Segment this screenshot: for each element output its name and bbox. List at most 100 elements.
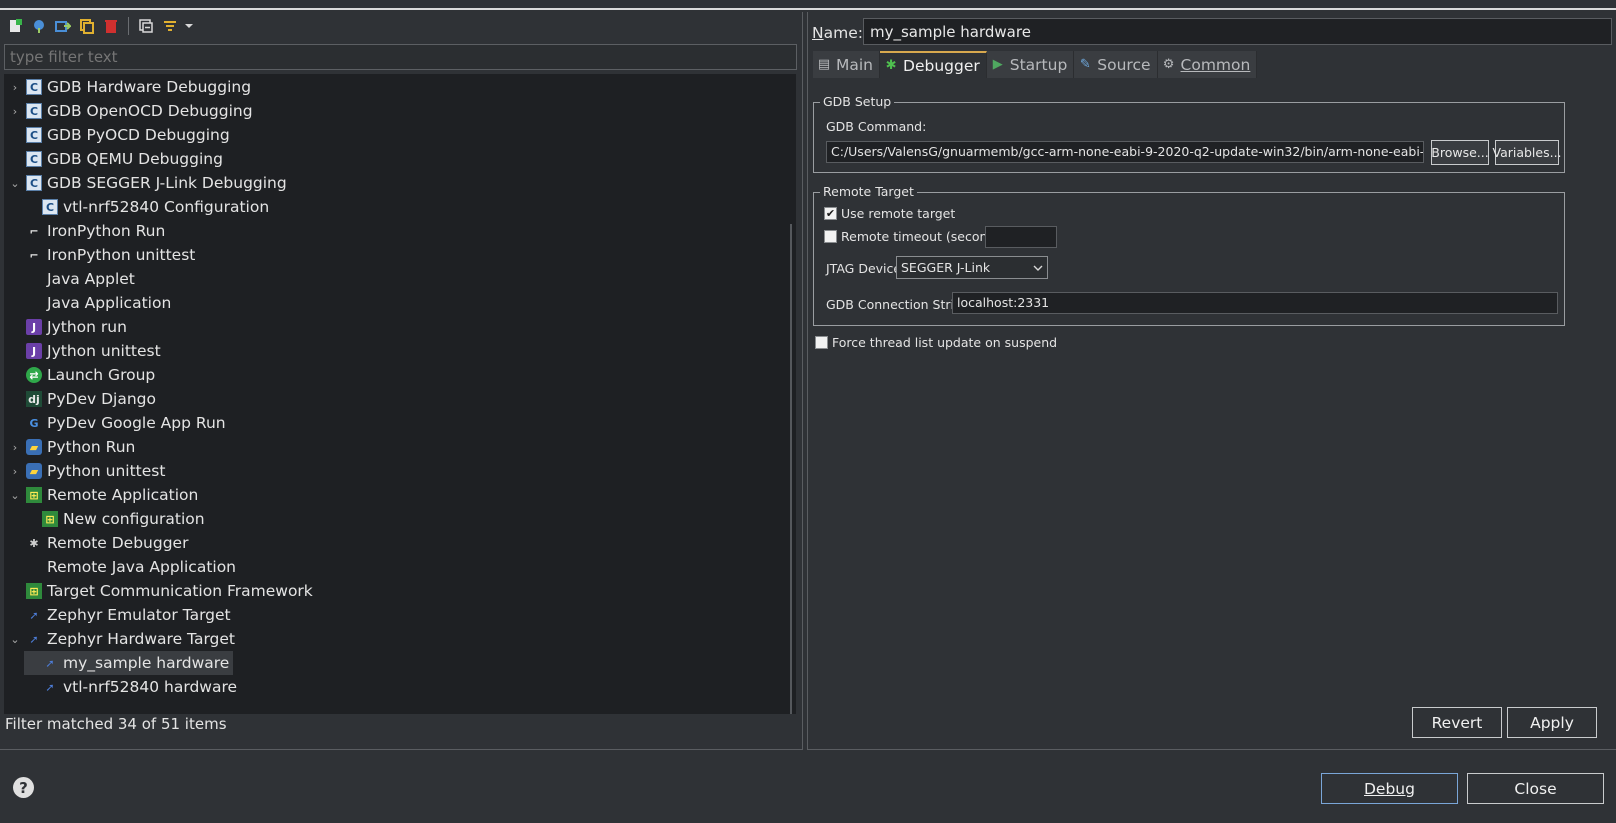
tab-label: Common bbox=[1180, 55, 1251, 74]
tree-item[interactable]: dj PyDev Django bbox=[8, 387, 156, 411]
tree-item[interactable]: ✱ Remote Debugger bbox=[8, 531, 188, 555]
chevron-down-icon[interactable] bbox=[183, 15, 195, 37]
g-launch-type-icon: G bbox=[29, 416, 39, 430]
tree-item[interactable]: Java Applet bbox=[8, 267, 135, 291]
tree-item[interactable]: ⌄ ⊞ Remote Application bbox=[8, 483, 198, 507]
tab-main[interactable]: ▤ Main bbox=[813, 51, 881, 78]
tree-scrollbar[interactable] bbox=[790, 224, 792, 714]
remote-target-legend: Remote Target bbox=[820, 184, 917, 199]
chevron-down-icon bbox=[1033, 265, 1043, 271]
chevron-down-icon[interactable]: ⌄ bbox=[8, 633, 22, 646]
chevron-right-icon[interactable]: › bbox=[8, 81, 22, 94]
tree-item[interactable]: › ▰ Python unittest bbox=[8, 459, 166, 483]
jtag-device-select[interactable]: SEGGER J-Link bbox=[896, 256, 1048, 279]
tree-item[interactable]: ➚ my_sample hardware bbox=[24, 651, 234, 675]
configuration-toolbar bbox=[0, 12, 800, 40]
tree-item[interactable]: J Jython unittest bbox=[8, 339, 161, 363]
chevron-down-icon[interactable]: ⌄ bbox=[8, 489, 22, 502]
variables-button[interactable]: Variables... bbox=[1492, 140, 1562, 165]
jtag-device-value: SEGGER J-Link bbox=[901, 260, 991, 275]
tree-item-label: Remote Java Application bbox=[47, 558, 237, 576]
collapse-all-icon[interactable] bbox=[135, 15, 157, 37]
close-button[interactable]: Close bbox=[1467, 773, 1604, 804]
browse-button[interactable]: Browse... bbox=[1431, 140, 1489, 165]
remote-timeout-input[interactable] bbox=[985, 226, 1057, 248]
tree-item[interactable]: ➚ Zephyr Emulator Target bbox=[8, 603, 230, 627]
new-configuration-icon[interactable] bbox=[4, 15, 26, 37]
tree-item-label: Jython run bbox=[47, 318, 127, 336]
tree-item[interactable]: C GDB QEMU Debugging bbox=[8, 147, 223, 171]
tree-item[interactable]: Remote Java Application bbox=[8, 555, 236, 579]
tree-item[interactable]: Cvtl-nrf52840 Configuration bbox=[24, 195, 269, 219]
tree-item-label: Launch Group bbox=[47, 366, 156, 384]
filter-icon[interactable] bbox=[159, 15, 181, 37]
tree-item[interactable]: › ▰ Python Run bbox=[8, 435, 136, 459]
window-top-border bbox=[0, 0, 1616, 10]
tree-item[interactable]: ⌐ IronPython unittest bbox=[8, 243, 195, 267]
export-icon[interactable] bbox=[52, 15, 74, 37]
tree-item[interactable]: ⌄ ➚ Zephyr Hardware Target bbox=[8, 627, 235, 651]
tree-item[interactable]: ⇄ Launch Group bbox=[8, 363, 155, 387]
tree-item-label: Jython unittest bbox=[47, 342, 161, 360]
tree-item[interactable]: ⌄ C GDB SEGGER J-Link Debugging bbox=[8, 171, 287, 195]
blank-icon bbox=[26, 271, 42, 287]
tree-item-label: IronPython unittest bbox=[47, 246, 196, 264]
c-launch-type-icon: C bbox=[26, 79, 42, 95]
tree-item-label: GDB SEGGER J-Link Debugging bbox=[47, 174, 287, 192]
remote-timeout-checkbox[interactable] bbox=[824, 230, 837, 243]
revert-button[interactable]: Revert bbox=[1412, 707, 1502, 738]
tab-source[interactable]: ✎ Source bbox=[1074, 51, 1158, 78]
debugger-tab-icon: ✱ bbox=[885, 58, 897, 73]
force-thread-update-checkbox[interactable] bbox=[815, 336, 828, 349]
duplicate-icon[interactable] bbox=[76, 15, 98, 37]
chevron-right-icon[interactable]: › bbox=[8, 105, 22, 118]
help-icon[interactable]: ? bbox=[13, 777, 34, 798]
tree-item-label: GDB QEMU Debugging bbox=[47, 150, 223, 168]
tree-item[interactable]: J Jython run bbox=[8, 315, 127, 339]
tree-item-label: Java Applet bbox=[47, 270, 135, 288]
chevron-down-icon[interactable]: ⌄ bbox=[8, 177, 22, 190]
tab-label: Source bbox=[1097, 55, 1151, 74]
tree-item[interactable]: G PyDev Google App Run bbox=[8, 411, 226, 435]
py-launch-type-icon: ▰ bbox=[26, 463, 42, 479]
tree-item-label: my_sample hardware bbox=[63, 654, 230, 672]
tree-item[interactable]: › C GDB Hardware Debugging bbox=[8, 75, 251, 99]
iron-launch-type-icon: ⌐ bbox=[29, 248, 39, 262]
apply-button[interactable]: Apply bbox=[1507, 707, 1597, 738]
chevron-right-icon[interactable]: › bbox=[8, 441, 22, 454]
tree-item-label: Python Run bbox=[47, 438, 136, 456]
c-launch-type-icon: C bbox=[26, 127, 42, 143]
tab-debugger[interactable]: ✱ Debugger bbox=[880, 51, 987, 78]
filter-input[interactable] bbox=[4, 44, 797, 70]
configuration-name-input[interactable] bbox=[863, 18, 1612, 45]
zeph-launch-type-icon: ➚ bbox=[29, 632, 39, 646]
tcf-launch-type-icon: ⊞ bbox=[42, 511, 58, 527]
tree-item[interactable]: C GDB PyOCD Debugging bbox=[8, 123, 230, 147]
toolbar-separator bbox=[128, 17, 129, 35]
tree-item[interactable]: ⊞ New configuration bbox=[24, 507, 205, 531]
tree-item-label: PyDev Google App Run bbox=[47, 414, 226, 432]
debug-button[interactable]: Debug bbox=[1321, 773, 1458, 804]
tree-item[interactable]: Java Application bbox=[8, 291, 171, 315]
tree-item[interactable]: › C GDB OpenOCD Debugging bbox=[8, 99, 253, 123]
tree-item[interactable]: ⊞ Target Communication Framework bbox=[8, 579, 313, 603]
new-prototype-icon[interactable] bbox=[28, 15, 50, 37]
delete-icon[interactable] bbox=[100, 15, 122, 37]
use-remote-target-label: Use remote target bbox=[841, 206, 956, 221]
tab-label: Main bbox=[836, 55, 874, 74]
c-launch-type-icon: C bbox=[42, 199, 58, 215]
use-remote-target-checkbox[interactable]: ✔ bbox=[824, 207, 837, 220]
gdb-connection-input[interactable]: localhost:2331 bbox=[952, 292, 1558, 314]
tree-item-label: PyDev Django bbox=[47, 390, 156, 408]
tree-item[interactable]: ➚ vtl-nrf52840 hardware bbox=[24, 675, 237, 699]
tree-item-label: Java Application bbox=[47, 294, 172, 312]
chevron-right-icon[interactable]: › bbox=[8, 465, 22, 478]
tree-item[interactable]: ⌐ IronPython Run bbox=[8, 219, 165, 243]
gdb-command-input[interactable]: C:/Users/ValensG/gnuarmemb/gcc-arm-none-… bbox=[826, 141, 1424, 163]
jy-launch-type-icon: J bbox=[26, 319, 42, 335]
tab-startup[interactable]: ▶ Startup bbox=[986, 51, 1075, 78]
tab-common[interactable]: ⚙ Common bbox=[1157, 51, 1258, 78]
c-launch-type-icon: C bbox=[26, 151, 42, 167]
tree-item-label: GDB PyOCD Debugging bbox=[47, 126, 230, 144]
tcf-launch-type-icon: ⊞ bbox=[26, 583, 42, 599]
